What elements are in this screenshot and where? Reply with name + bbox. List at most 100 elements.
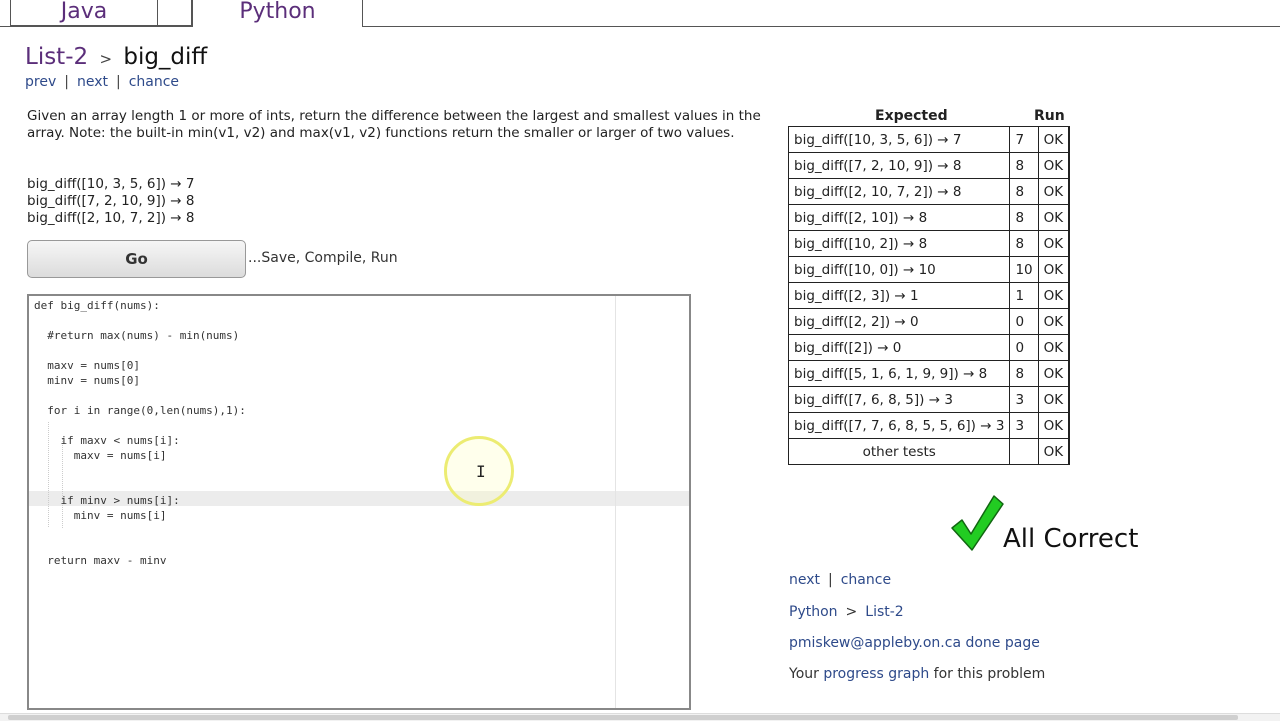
expected-header: Expected <box>875 108 948 124</box>
test-row: big_diff([2, 3]) → 1 1 OK <box>787 282 1071 309</box>
breadcrumb-section[interactable]: List-2 <box>865 604 903 620</box>
test-call: big_diff([7, 6, 8, 5]) → 3 <box>787 386 1011 413</box>
prev-link[interactable]: prev <box>25 74 56 90</box>
example-line: big_diff([7, 2, 10, 9]) → 8 <box>27 193 195 209</box>
test-row: big_diff([2]) → 0 0 OK <box>787 334 1071 361</box>
page-title: List-2 > big_diff <box>25 44 207 70</box>
test-call: big_diff([2]) → 0 <box>787 334 1011 361</box>
checkmark-icon <box>951 495 1004 551</box>
test-run-value: 8 <box>1009 360 1039 387</box>
other-tests-label: other tests <box>787 438 1011 465</box>
test-call: big_diff([7, 7, 6, 8, 5, 5, 6]) → 3 <box>787 412 1011 439</box>
test-run-value: 7 <box>1009 126 1039 153</box>
next-link[interactable]: next <box>77 74 108 90</box>
test-call: big_diff([5, 1, 6, 1, 9, 9]) → 8 <box>787 360 1011 387</box>
problem-description: Given an array length 1 or more of ints,… <box>27 108 761 141</box>
test-pass-indicator <box>1068 178 1071 205</box>
test-call: big_diff([10, 2]) → 8 <box>787 230 1011 257</box>
test-row: big_diff([2, 10, 7, 2]) → 8 8 OK <box>787 178 1071 205</box>
title-section-link[interactable]: List-2 <box>25 44 88 70</box>
test-status: OK <box>1037 178 1070 205</box>
test-run-value: 8 <box>1009 230 1039 257</box>
test-pass-indicator <box>1068 360 1071 387</box>
problem-nav: prev | next | chance <box>25 74 179 90</box>
test-pass-indicator <box>1068 334 1071 361</box>
test-status: OK <box>1037 256 1070 283</box>
text-cursor-icon: I <box>476 462 486 481</box>
code-editor[interactable]: def big_diff(nums): #return max(nums) - … <box>27 294 691 710</box>
progress-prefix: Your <box>789 666 819 682</box>
test-status: OK <box>1037 308 1070 335</box>
test-run-value: 8 <box>1009 204 1039 231</box>
test-status: OK <box>1037 412 1070 439</box>
test-pass-indicator <box>1068 282 1071 309</box>
next-link[interactable]: next <box>789 572 820 588</box>
breadcrumb-separator: > <box>845 604 858 620</box>
chance-link[interactable]: chance <box>841 572 891 588</box>
breadcrumb-language[interactable]: Python <box>789 604 838 620</box>
language-tabs: Java Python <box>0 0 1280 27</box>
test-row: big_diff([2, 2]) → 0 0 OK <box>787 308 1071 335</box>
title-separator: > <box>99 50 113 68</box>
user-email-link[interactable]: pmiskew@appleby.on.ca <box>789 635 961 651</box>
test-call: big_diff([2, 10, 7, 2]) → 8 <box>787 178 1011 205</box>
all-correct-text: All Correct <box>1003 524 1139 554</box>
test-row: big_diff([7, 7, 6, 8, 5, 5, 6]) → 3 3 OK <box>787 412 1071 439</box>
bottom-nav: next | chance <box>789 572 891 588</box>
test-row: big_diff([10, 0]) → 10 10 OK <box>787 256 1071 283</box>
test-status: OK <box>1037 438 1070 465</box>
test-row: big_diff([5, 1, 6, 1, 9, 9]) → 8 8 OK <box>787 360 1071 387</box>
title-problem: big_diff <box>123 44 208 70</box>
test-status: OK <box>1037 282 1070 309</box>
test-status: OK <box>1037 126 1070 153</box>
test-pass-indicator <box>1068 126 1071 153</box>
test-run-value: 3 <box>1009 386 1039 413</box>
test-pass-indicator <box>1068 152 1071 179</box>
go-button[interactable]: Go <box>27 240 246 278</box>
test-row: big_diff([7, 2, 10, 9]) → 8 8 OK <box>787 152 1071 179</box>
test-row: big_diff([10, 2]) → 8 8 OK <box>787 230 1071 257</box>
test-run-value: 3 <box>1009 412 1039 439</box>
code-text[interactable]: def big_diff(nums): #return max(nums) - … <box>34 298 246 568</box>
test-pass-indicator <box>1068 256 1071 283</box>
test-call: big_diff([7, 2, 10, 9]) → 8 <box>787 152 1011 179</box>
nav-separator: | <box>828 572 833 588</box>
examples: big_diff([10, 3, 5, 6]) → 7 big_diff([7,… <box>27 176 195 227</box>
example-line: big_diff([2, 10, 7, 2]) → 8 <box>27 210 195 226</box>
test-pass-indicator <box>1068 308 1071 335</box>
tab-python[interactable]: Python <box>192 0 363 27</box>
breadcrumb: Python > List-2 <box>789 604 904 620</box>
test-run-value: 1 <box>1009 282 1039 309</box>
nav-separator: | <box>115 74 121 90</box>
test-call: big_diff([10, 3, 5, 6]) → 7 <box>787 126 1011 153</box>
go-hint: ...Save, Compile, Run <box>248 250 398 266</box>
tab-java[interactable]: Java <box>10 0 157 26</box>
progress-line: Your progress graph for this problem <box>789 666 1045 682</box>
test-run-value: 0 <box>1009 308 1039 335</box>
run-header: Run <box>1034 108 1065 124</box>
done-page-link[interactable]: done page <box>965 635 1039 651</box>
test-status: OK <box>1037 152 1070 179</box>
test-row-other: other tests OK <box>787 438 1071 465</box>
chance-link[interactable]: chance <box>129 74 179 90</box>
test-status: OK <box>1037 230 1070 257</box>
test-call: big_diff([2, 10]) → 8 <box>787 204 1011 231</box>
user-line: pmiskew@appleby.on.ca done page <box>789 635 1040 651</box>
test-pass-indicator <box>1068 204 1071 231</box>
test-status: OK <box>1037 334 1070 361</box>
scrollbar-thumb[interactable] <box>8 715 1238 720</box>
results-table: big_diff([10, 3, 5, 6]) → 7 7 OK big_diff([… <box>787 126 1071 465</box>
test-pass-indicator <box>1068 412 1071 439</box>
test-run-value: 0 <box>1009 334 1039 361</box>
test-pass-indicator <box>1068 386 1071 413</box>
test-status: OK <box>1037 386 1070 413</box>
test-call: big_diff([2, 2]) → 0 <box>787 308 1011 335</box>
print-margin <box>615 296 616 708</box>
test-row: big_diff([10, 3, 5, 6]) → 7 7 OK <box>787 126 1071 153</box>
nav-separator: | <box>64 74 69 90</box>
test-run-value: 10 <box>1009 256 1039 283</box>
test-run-value: 8 <box>1009 152 1039 179</box>
progress-graph-link[interactable]: progress graph <box>823 666 929 682</box>
test-row: big_diff([7, 6, 8, 5]) → 3 3 OK <box>787 386 1071 413</box>
test-status: OK <box>1037 204 1070 231</box>
